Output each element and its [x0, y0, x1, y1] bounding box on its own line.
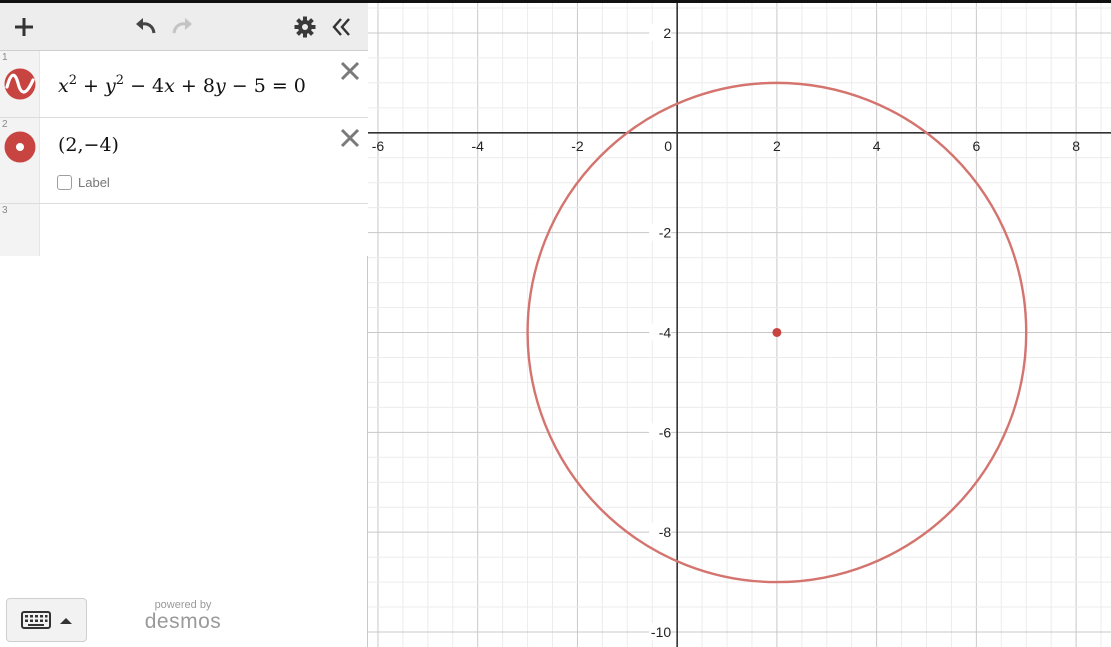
collapse-panel-button[interactable] [327, 12, 357, 42]
graph-paper[interactable]: -6 -4 -2 0 2 4 6 8 2 -2 -4 -6 -8 -10 [368, 3, 1111, 647]
keyboard-toggle-button[interactable] [6, 598, 87, 642]
chevron-up-icon [60, 618, 72, 624]
undo-button[interactable] [130, 12, 160, 42]
redo-button[interactable] [168, 12, 198, 42]
x-tick-label: 6 [972, 138, 980, 154]
x-tick-label: -6 [372, 138, 385, 154]
y-tick-label: -4 [659, 324, 672, 340]
point-marker [772, 327, 782, 337]
expression-index: 2 [2, 119, 8, 130]
plus-icon [15, 18, 33, 36]
expression-math[interactable]: x2 + y2 − 4x + 8y − 5 = 0 [58, 73, 306, 97]
expression-index: 1 [2, 52, 8, 63]
keyboard-icon [21, 611, 72, 629]
y-tick-label: 2 [663, 25, 671, 41]
expression-toolbar [0, 3, 368, 51]
expression-panel: 1 x2 + y2 − 4x + 8y − 5 = 0 2 (2,−4) Lab… [0, 3, 368, 647]
x-tick-label: -2 [571, 138, 584, 154]
checkbox-box[interactable] [57, 175, 72, 190]
x-tick-label: 2 [773, 138, 781, 154]
x-tick-label: 0 [664, 138, 672, 154]
expression-index: 3 [2, 205, 8, 216]
redo-icon [172, 18, 192, 34]
y-tick-label: -10 [651, 624, 671, 640]
expression-gutter: 2 [0, 118, 40, 203]
x-tick-label: -4 [471, 138, 484, 154]
label-checkbox-text: Label [78, 175, 110, 190]
undo-icon [136, 18, 156, 34]
y-tick-label: -8 [659, 524, 672, 540]
double-chevron-left-icon [332, 18, 350, 36]
y-tick-label: -2 [659, 225, 672, 241]
desmos-logo: desmos [144, 610, 222, 633]
gear-icon [294, 16, 316, 38]
x-tick-label: 4 [873, 138, 881, 154]
graph-canvas[interactable]: -6 -4 -2 0 2 4 6 8 2 -2 -4 -6 -8 -10 [368, 3, 1111, 647]
wave-icon[interactable] [4, 68, 36, 100]
expression-item-point[interactable]: 2 (2,−4) Label [0, 118, 368, 204]
x-tick-label: 8 [1072, 138, 1080, 154]
powered-by-desmos[interactable]: powered by desmos [140, 599, 226, 633]
window-top-border [0, 0, 1111, 3]
point-icon[interactable] [4, 131, 36, 163]
expression-item-equation[interactable]: 1 x2 + y2 − 4x + 8y − 5 = 0 [0, 51, 368, 118]
delete-expression-icon[interactable] [338, 126, 362, 150]
expression-gutter: 1 [0, 51, 40, 117]
expression-gutter: 3 [0, 204, 40, 256]
delete-expression-icon[interactable] [338, 59, 362, 83]
expression-math[interactable]: (2,−4) [58, 134, 119, 156]
expression-item-empty[interactable]: 3 [0, 204, 368, 256]
y-tick-label: -6 [659, 424, 672, 440]
label-checkbox[interactable]: Label [57, 175, 110, 190]
settings-button[interactable] [290, 12, 320, 42]
add-expression-button[interactable] [9, 12, 39, 42]
